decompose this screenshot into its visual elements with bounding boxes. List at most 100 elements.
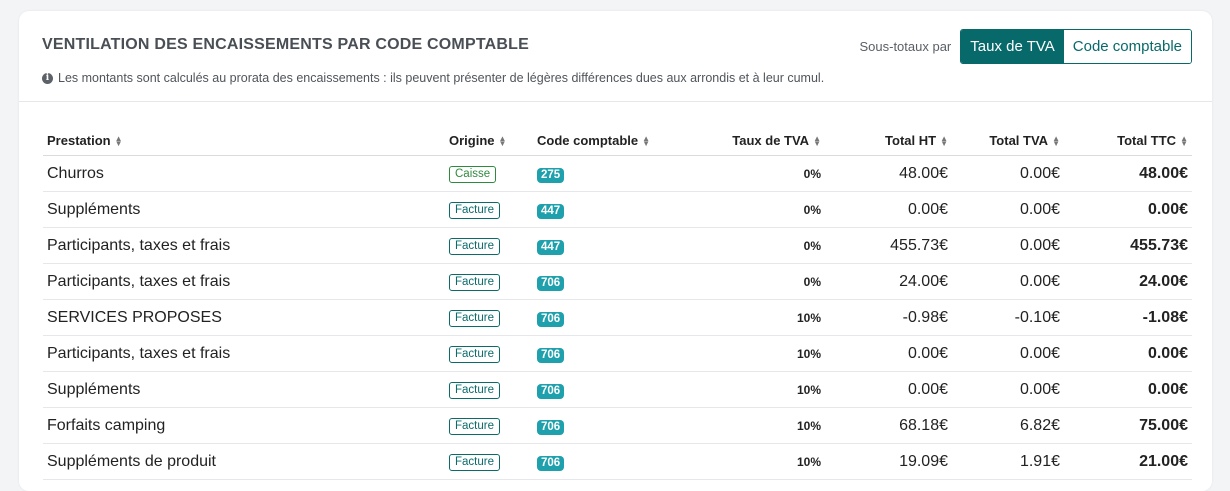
total-tva-cell: -0.10€ [952,299,1064,336]
total-ttc-cell: 455.73€ [1064,227,1192,264]
origin-badge: Facture [449,274,500,291]
prestation-cell: Participants, taxes et frais [43,263,445,300]
total-ht-cell: 0.00€ [825,191,952,228]
info-circle-icon: i [42,72,53,84]
origin-badge: Facture [449,454,500,471]
sort-icon: ▲ ▼ [642,134,651,149]
sort-icon: ▲ ▼ [940,134,948,149]
total-tva-cell: 0.00€ [952,335,1064,372]
column-header-taux-tva[interactable]: Taux de TVA ▲ ▼ [705,125,825,156]
subtotals-control: Sous-totaux par Taux de TVA Code comptab… [859,29,1192,64]
total-ttc-cell: 75.00€ [1064,407,1192,444]
section-title: VENTILATION DES ENCAISSEMENTS PAR CODE C… [42,36,529,53]
total-ht-cell: 0.00€ [825,371,952,408]
origin-badge: Facture [449,202,500,219]
account-code-badge: 706 [537,275,565,291]
tva-rate-cell: 10% [705,371,825,408]
total-ht-cell: 455.73€ [825,227,952,264]
card-header: VENTILATION DES ENCAISSEMENTS PAR CODE C… [19,11,1212,102]
total-ht-cell: -0.98€ [825,299,952,336]
total-ttc-cell: 24.00€ [1064,263,1192,300]
subtotals-label: Sous-totaux par [859,39,952,54]
sort-icon: ▲ ▼ [498,134,507,149]
sort-icon: ▲ ▼ [813,134,821,149]
subtotal-by-tva-button[interactable]: Taux de TVA [961,30,1064,63]
table-row: Participants, taxes et frais Facture 706 0%… [43,263,1192,300]
accounting-breakdown-card: VENTILATION DES ENCAISSEMENTS PAR CODE C… [19,11,1212,491]
subtotals-toggle: Taux de TVA Code comptable [960,29,1192,64]
table-row: Suppléments de produit Facture 706 10% 19.09… [43,443,1192,480]
tva-rate-cell: 0% [705,227,825,264]
table-row: Participants, taxes et frais Facture 706 10… [43,335,1192,372]
column-header-code[interactable]: Code comptable ▲ ▼ [533,125,705,156]
tva-rate-cell: 10% [705,443,825,480]
sort-icon: ▲ ▼ [114,134,123,149]
sort-icon: ▲ ▼ [1180,134,1188,149]
info-note: i Les montants sont calculés au prorata … [42,71,824,85]
column-header-total-ttc[interactable]: Total TTC ▲ ▼ [1064,125,1192,156]
account-code-badge: 447 [537,203,565,219]
prestation-cell: Suppléments [43,371,445,408]
total-ttc-cell: 48.00€ [1064,155,1192,192]
table-body: Churros Caisse 275 0% 48.00€ 0.00€ 48.00€ Suppl… [43,155,1192,480]
prestation-cell: Suppléments de produit [43,443,445,480]
account-code-badge: 275 [537,167,565,183]
total-tva-cell: 0.00€ [952,263,1064,300]
info-note-text: Les montants sont calculés au prorata de… [58,71,825,85]
origin-badge: Facture [449,382,500,399]
total-ttc-cell: 0.00€ [1064,191,1192,228]
total-tva-cell: 6.82€ [952,407,1064,444]
tva-rate-cell: 0% [705,155,825,192]
column-header-origine[interactable]: Origine ▲ ▼ [445,125,533,156]
prestation-cell: Participants, taxes et frais [43,335,445,372]
tva-rate-cell: 10% [705,335,825,372]
table-row: SERVICES PROPOSES Facture 706 10% -0.98€ -0.1… [43,299,1192,336]
total-ttc-cell: 0.00€ [1064,371,1192,408]
total-ht-cell: 19.09€ [825,443,952,480]
subtotal-by-code-button[interactable]: Code comptable [1063,30,1191,63]
total-ttc-cell: 21.00€ [1064,443,1192,480]
total-ttc-cell: 0.00€ [1064,335,1192,372]
sort-icon: ▲ ▼ [1052,134,1060,149]
origin-badge: Facture [449,238,500,255]
total-ht-cell: 0.00€ [825,335,952,372]
prestation-cell: Forfaits camping [43,407,445,444]
account-code-badge: 706 [537,419,565,435]
table-row: Suppléments Facture 447 0% 0.00€ 0.00€ 0.00€ [43,191,1192,228]
total-ht-cell: 24.00€ [825,263,952,300]
total-ttc-cell: -1.08€ [1064,299,1192,336]
origin-badge: Facture [449,418,500,435]
prestation-cell: Churros [43,155,445,192]
tva-rate-cell: 10% [705,299,825,336]
total-tva-cell: 0.00€ [952,227,1064,264]
account-code-badge: 706 [537,383,565,399]
prestation-cell: Participants, taxes et frais [43,227,445,264]
table-row: Forfaits camping Facture 706 10% 68.18€ 6.82€… [43,407,1192,444]
table-row: Suppléments Facture 706 10% 0.00€ 0.00€ 0.00€ [43,371,1192,408]
account-code-badge: 447 [537,239,565,255]
tva-rate-cell: 0% [705,191,825,228]
account-code-badge: 706 [537,347,565,363]
total-ht-cell: 48.00€ [825,155,952,192]
column-header-total-ht[interactable]: Total HT ▲ ▼ [825,125,952,156]
total-tva-cell: 0.00€ [952,191,1064,228]
tva-rate-cell: 0% [705,263,825,300]
table-row: Participants, taxes et frais Facture 447 0%… [43,227,1192,264]
origin-badge: Caisse [449,166,497,183]
origin-badge: Facture [449,346,500,363]
account-code-badge: 706 [537,455,565,471]
total-tva-cell: 0.00€ [952,155,1064,192]
table-row: Churros Caisse 275 0% 48.00€ 0.00€ 48.00€ [43,155,1192,192]
table-header-row: Prestation ▲ ▼ Origine ▲ ▼ Code comptable ▲ ▼ … [43,125,1192,156]
breakdown-table: Prestation ▲ ▼ Origine ▲ ▼ Code comptable ▲ ▼ … [43,125,1192,480]
prestation-cell: SERVICES PROPOSES [43,299,445,336]
total-ht-cell: 68.18€ [825,407,952,444]
tva-rate-cell: 10% [705,407,825,444]
prestation-cell: Suppléments [43,191,445,228]
total-tva-cell: 0.00€ [952,371,1064,408]
total-tva-cell: 1.91€ [952,443,1064,480]
account-code-badge: 706 [537,311,565,327]
origin-badge: Facture [449,310,500,327]
column-header-total-tva[interactable]: Total TVA ▲ ▼ [952,125,1064,156]
column-header-prestation[interactable]: Prestation ▲ ▼ [43,125,445,156]
